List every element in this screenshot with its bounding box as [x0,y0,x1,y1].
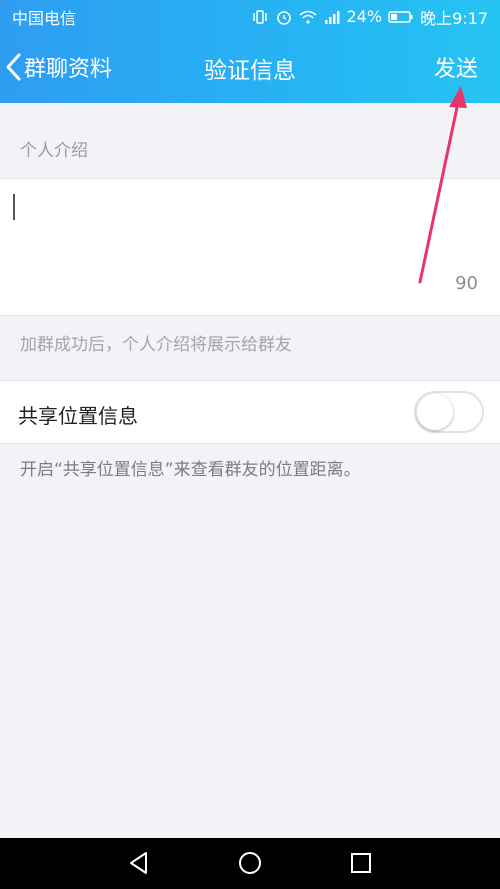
status-bar: 中国电信 24% 晚上9:17 [0,0,500,33]
text-cursor [13,194,15,220]
system-nav-bar [0,838,500,889]
char-counter: 90 [455,273,478,294]
header: 中国电信 24% 晚上9:17 群聊资料 验证信息 发送 [0,0,500,103]
nav-recents-icon[interactable] [348,850,374,876]
send-button[interactable]: 发送 [434,51,478,83]
share-location-row: 共享位置信息 [0,380,500,444]
alarm-icon [276,10,291,25]
annotation-arrow [418,86,467,284]
page-title: 验证信息 [204,58,296,84]
status-time: 晚上9:17 [420,8,488,28]
share-location-label: 共享位置信息 [18,404,138,428]
battery-icon [388,10,413,23]
intro-hint: 加群成功后，个人介绍将展示给群友 [20,335,292,355]
navigation-bar: 群聊资料 验证信息 发送 [0,33,500,103]
intro-textarea[interactable]: 90 [0,178,500,316]
nav-back-icon[interactable] [126,850,152,876]
toggle-knob [417,394,453,430]
nav-home-icon[interactable] [237,850,263,876]
share-location-toggle[interactable] [414,391,484,433]
wifi-icon [299,10,316,24]
battery-percent: 24% [346,7,383,26]
intro-section-label: 个人介绍 [20,141,88,161]
carrier-label: 中国电信 [12,8,77,28]
share-location-hint: 开启“共享位置信息”来查看群友的位置距离。 [20,460,361,480]
vibrate-icon [252,9,267,24]
status-icons: 24% 晚上9:17 [251,5,488,29]
signal-icon [324,10,339,24]
